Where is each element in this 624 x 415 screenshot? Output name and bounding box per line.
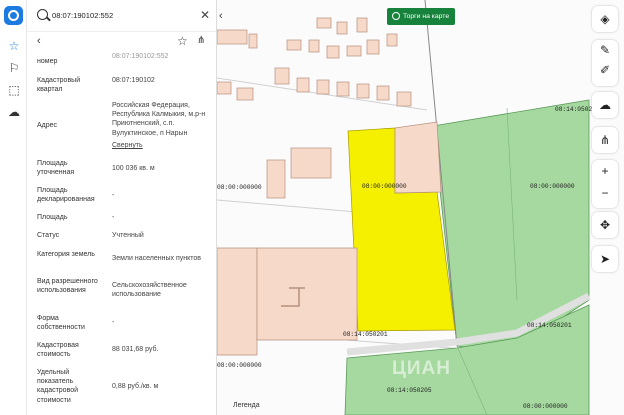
draw-tools: ✎ ✐	[592, 40, 618, 86]
pencil-icon[interactable]: ✎	[592, 40, 618, 60]
logo-icon[interactable]	[4, 6, 23, 25]
svg-text:08:00:000000: 08:00:000000	[362, 183, 407, 190]
back-icon[interactable]: ‹	[37, 35, 41, 47]
layers-icon[interactable]: ◈	[592, 6, 618, 32]
info-key: Вид разрешенного использования	[37, 278, 98, 295]
info-value: 100 036 кв. м	[112, 165, 155, 172]
truncated-value: 08:07:190102:552	[112, 53, 169, 60]
info-value: Российская Федерация, Республика Калмыки…	[112, 102, 206, 137]
info-key: Площадь	[37, 214, 68, 221]
zoom-in-icon[interactable]: +	[592, 160, 618, 182]
info-panel: 08:07:190102:552 ✕ ‹ ☆ ⋔ 08:07:190102:55…	[27, 0, 217, 415]
svg-text:08:00:000000: 08:00:000000	[217, 362, 262, 369]
info-key: Площадь уточненная	[37, 160, 75, 177]
svg-text:08:14:050201: 08:14:050201	[527, 322, 572, 329]
share-icon[interactable]: ⋔	[197, 35, 205, 46]
search-icon	[37, 9, 48, 20]
zoom-out-icon[interactable]: −	[592, 182, 618, 204]
upload-cloud-icon[interactable]: ☁	[592, 92, 618, 118]
collapse-panel-icon[interactable]: ‹	[219, 10, 223, 22]
info-key: Кадастровый квартал	[37, 77, 81, 94]
map-controls: ◈ ✎ ✐ ☁ ⋔ + − ✥ ➤	[587, 0, 624, 415]
zoom-controls: + −	[592, 160, 618, 208]
share-map-icon[interactable]: ⋔	[592, 127, 618, 153]
locate-icon[interactable]: ➤	[592, 246, 618, 272]
info-key: Категория земель	[37, 251, 95, 258]
info-key: Удельный показатель кадастровой стоимост…	[37, 369, 79, 404]
info-value: Учтенный	[112, 232, 144, 239]
cloud-icon[interactable]: ☁	[6, 104, 22, 120]
svg-text:08:00:000000: 08:00:000000	[523, 403, 568, 410]
svg-text:08:14:050205: 08:14:050205	[387, 387, 432, 394]
info-value: 88 031,68 руб.	[112, 346, 159, 353]
close-icon[interactable]: ✕	[200, 8, 210, 22]
svg-text:08:14:050201: 08:14:050201	[343, 331, 388, 338]
info-key: номер	[37, 58, 58, 65]
edit-icon[interactable]: ✐	[592, 60, 618, 80]
info-value: -	[112, 319, 115, 326]
map-canvas[interactable]: 08:00:000000 08:00:000000 08:14:050201 0…	[217, 0, 624, 415]
info-value: Сельскохозяйственное использование	[112, 282, 187, 299]
favorites-icon[interactable]: ☆	[6, 38, 22, 54]
torgi-button[interactable]: Торги на карте	[387, 8, 455, 25]
info-key: Кадастровая стоимость	[37, 342, 79, 359]
select-area-icon[interactable]: ⬚	[6, 82, 22, 98]
legend-button[interactable]: Легенда	[233, 402, 260, 409]
collapse-link[interactable]: Свернуть	[112, 141, 216, 150]
info-key: Площадь декларированная	[37, 187, 95, 204]
panel-header: ‹ ☆ ⋔	[27, 32, 216, 52]
left-rail: ☆ ⚐ ⬚ ☁	[0, 0, 27, 415]
search-bar[interactable]: 08:07:190102:552 ✕	[27, 0, 216, 32]
info-key: Статус	[37, 232, 60, 239]
svg-text:08:00:000000: 08:00:000000	[530, 183, 575, 190]
star-icon[interactable]: ☆	[177, 34, 188, 48]
info-value: -	[112, 214, 115, 221]
map-area[interactable]: 08:00:000000 08:00:000000 08:14:050201 0…	[217, 0, 624, 415]
info-value: Земли населенных пунктов	[112, 255, 202, 262]
watermark: ЦИАН	[392, 358, 451, 379]
info-key: Адрес	[37, 122, 58, 129]
map-layers-icon[interactable]: ⚐	[6, 60, 22, 76]
info-value: 0,88 руб./кв. м	[112, 383, 159, 390]
search-input[interactable]: 08:07:190102:552	[52, 11, 113, 20]
svg-text:08:00:000000: 08:00:000000	[217, 184, 262, 191]
move-icon[interactable]: ✥	[592, 212, 618, 238]
info-value: -	[112, 192, 115, 199]
info-value: 08:07:190102	[112, 77, 155, 84]
info-key: Форма собственности	[37, 315, 85, 332]
